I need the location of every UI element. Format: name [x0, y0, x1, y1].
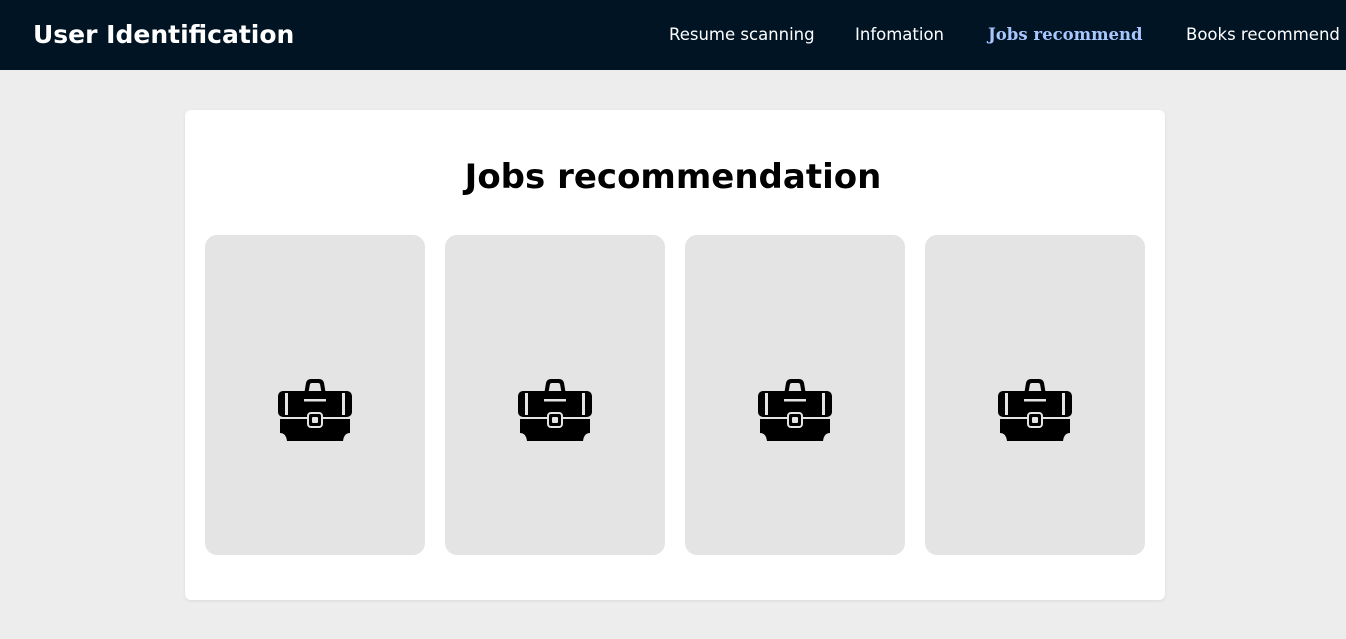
job-card[interactable] — [685, 235, 905, 555]
job-card[interactable] — [445, 235, 665, 555]
briefcase-icon — [278, 379, 352, 443]
brand-title[interactable]: User Identification — [33, 18, 294, 52]
briefcase-icon — [518, 379, 592, 443]
briefcase-icon — [998, 379, 1072, 443]
top-navbar: User Identification Resume scanning Info… — [0, 0, 1346, 70]
nav-resume-scanning[interactable]: Resume scanning — [669, 24, 815, 46]
nav-jobs-recommend[interactable]: Jobs recommend — [988, 24, 1143, 46]
briefcase-icon — [758, 379, 832, 443]
nav-infomation[interactable]: Infomation — [855, 24, 944, 46]
job-card[interactable] — [205, 235, 425, 555]
job-card[interactable] — [925, 235, 1145, 555]
page-title: Jobs recommendation — [464, 157, 882, 197]
nav-books-recommend[interactable]: Books recommend — [1186, 24, 1340, 46]
